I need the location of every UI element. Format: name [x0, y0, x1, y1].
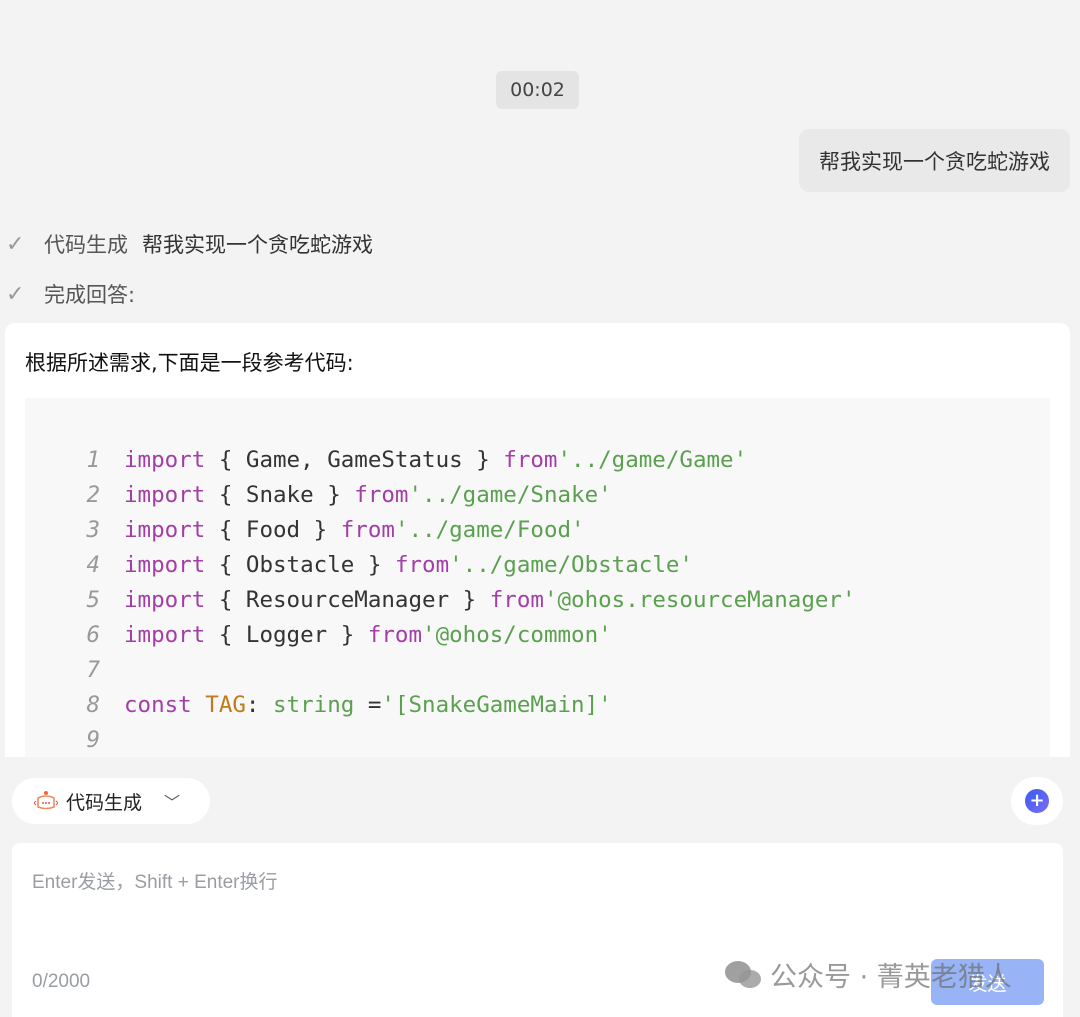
code-token-txt: { Game, GameStatus }	[205, 447, 504, 473]
code-token-kw: from	[489, 587, 544, 613]
code-robot-icon	[34, 791, 58, 810]
step-query: 帮我实现一个贪吃蛇游戏	[142, 233, 373, 257]
code-token-txt: { Obstacle }	[205, 552, 395, 578]
code-token-kw: from	[340, 517, 395, 543]
code-line: 1 import { Game, GameStatus } from '../gam…	[25, 443, 856, 478]
code-token-kw: from	[394, 552, 450, 578]
code-token-txt: =	[354, 692, 382, 718]
line-number: 2	[86, 482, 100, 508]
watermark: 公众号 · 菁英老猎人	[724, 955, 1012, 994]
step-complete: ✓ 完成回答:	[6, 279, 135, 309]
watermark-text: 公众号 · 菁英老猎人	[770, 962, 1012, 993]
mode-label: 代码生成	[66, 791, 143, 814]
timestamp: 00:02	[496, 71, 579, 109]
step-label: 代码生成	[44, 233, 128, 257]
code-line: 6 import { Logger } from '@ohos/common'	[25, 618, 856, 653]
line-number: 6	[86, 622, 100, 648]
answer-intro: 根据所述需求,下面是一段参考代码:	[25, 351, 354, 375]
user-message-bubble: 帮我实现一个贪吃蛇游戏	[799, 129, 1070, 192]
line-number: 1	[86, 447, 100, 473]
code-line: 7	[25, 653, 856, 688]
line-number: 8	[86, 692, 100, 718]
code-token-kw: import	[124, 517, 206, 543]
code-token-txt: { Food }	[205, 517, 341, 543]
new-chat-icon: +	[1025, 789, 1049, 813]
code-token-txt: { Logger }	[205, 622, 368, 648]
line-number: 5	[86, 587, 100, 613]
mode-selector[interactable]: 代码生成 ﹀	[12, 778, 210, 824]
chevron-down-icon: ﹀	[164, 793, 181, 812]
line-number: 4	[86, 552, 100, 578]
code-token-str: '@ohos/common'	[422, 622, 612, 648]
code-token-kw: from	[503, 447, 558, 473]
code-token-kw: import	[124, 552, 206, 578]
step-code-generation: ✓ 代码生成 帮我实现一个贪吃蛇游戏	[6, 229, 373, 259]
code-token-str: '[SnakeGameMain]'	[381, 692, 612, 718]
code-token-kw: from	[354, 482, 409, 508]
code-line: 4 import { Obstacle } from '../game/Obstac…	[25, 548, 856, 583]
code-token-kw: from	[367, 622, 423, 648]
code-token-txt: { Snake }	[205, 482, 355, 508]
line-number: 3	[86, 517, 100, 543]
code-token-str: '@ohos.resourceManager'	[543, 587, 856, 613]
code-line: 5 import { ResourceManager } from '@ohos.r…	[25, 583, 856, 618]
code-token-str: '../game/Obstacle'	[449, 552, 693, 578]
code-token-kw: import	[124, 622, 206, 648]
code-token-kw: import	[124, 482, 206, 508]
code-block: 1 import { Game, GameStatus } from '../gam…	[25, 398, 1050, 757]
line-number: 7	[86, 657, 100, 683]
code-token-txt: { ResourceManager }	[205, 587, 490, 613]
code-token-str: '../game/Food'	[394, 517, 585, 543]
code-token-kw: const	[124, 692, 192, 718]
code-token-typ: string	[273, 692, 355, 718]
wechat-icon	[725, 960, 761, 988]
code-line: 9	[25, 723, 856, 757]
step-label: 完成回答:	[44, 283, 136, 307]
code-line: 8 const TAG: string = '[SnakeGameMain]'	[25, 688, 856, 723]
code-token-cst: TAG	[205, 692, 246, 718]
new-chat-button[interactable]: +	[1011, 777, 1063, 825]
code-lines: 1 import { Game, GameStatus } from '../gam…	[25, 443, 856, 757]
code-token-str: '../game/Snake'	[408, 482, 612, 508]
answer-card: 根据所述需求,下面是一段参考代码: 1 import { Game, GameSt…	[5, 323, 1070, 757]
line-number: 9	[86, 727, 100, 753]
code-line: 3 import { Food } from '../game/Food'	[25, 513, 856, 548]
char-count: 0/2000	[32, 971, 91, 992]
message-input[interactable]	[30, 865, 1034, 949]
code-token-str: '../game/Game'	[557, 447, 748, 473]
code-token-kw: import	[124, 447, 206, 473]
code-token-kw: import	[124, 587, 206, 613]
check-icon: ✓	[6, 231, 25, 257]
check-icon: ✓	[6, 281, 25, 307]
code-token-txt: :	[245, 692, 274, 718]
code-line: 2 import { Snake } from '../game/Snake'	[25, 478, 856, 513]
